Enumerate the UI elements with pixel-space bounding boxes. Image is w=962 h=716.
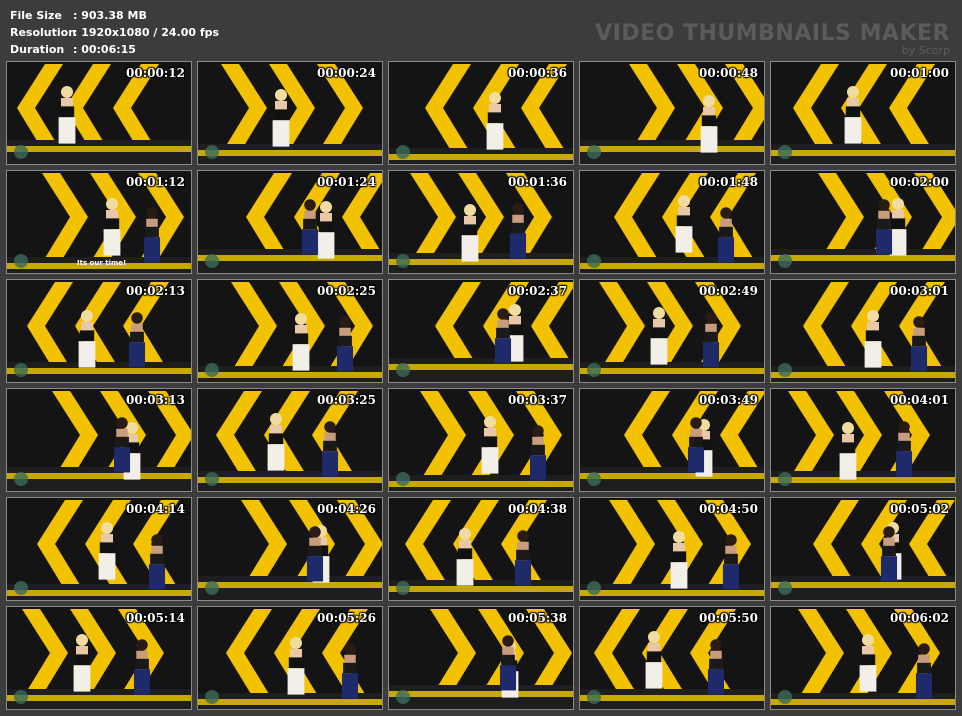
video-thumbnail[interactable]: 00:00:12 [6, 61, 192, 165]
file-info-panel: File Size : 903.38 MB Resolution : 1920x… [10, 7, 219, 58]
video-thumbnail[interactable]: 00:04:01 [770, 388, 956, 492]
video-thumbnail[interactable]: 00:05:26 [197, 606, 383, 710]
thumbnail-timestamp: 00:05:14 [126, 611, 185, 625]
thumbnail-timestamp: 00:03:49 [699, 393, 758, 407]
thumbnail-timestamp: 00:00:12 [126, 66, 185, 80]
thumbnail-timestamp: 00:03:13 [126, 393, 185, 407]
video-thumbnail[interactable]: 00:02:13 [6, 279, 192, 383]
video-thumbnail[interactable]: 00:01:12 Its our time! [6, 170, 192, 274]
thumbnail-timestamp: 00:01:12 [126, 175, 185, 189]
file-size-row: File Size : 903.38 MB [10, 7, 219, 24]
video-thumbnail[interactable]: 00:01:00 [770, 61, 956, 165]
thumbnail-timestamp: 00:02:13 [126, 284, 185, 298]
thumbnail-timestamp: 00:03:37 [508, 393, 567, 407]
thumbnail-timestamp: 00:05:38 [508, 611, 567, 625]
thumbnail-timestamp: 00:05:50 [699, 611, 758, 625]
resolution-row: Resolution : 1920x1080 / 24.00 fps [10, 24, 219, 41]
thumbnail-caption: Its our time! [77, 259, 127, 267]
video-thumbnail[interactable]: 00:00:36 [388, 61, 574, 165]
duration-label: Duration [10, 43, 65, 56]
thumbnail-timestamp: 00:03:01 [890, 284, 949, 298]
video-thumbnail[interactable]: 00:03:37 [388, 388, 574, 492]
thumbnail-timestamp: 00:06:02 [890, 611, 949, 625]
video-thumbnail[interactable]: 00:02:25 [197, 279, 383, 383]
thumbnail-timestamp: 00:04:26 [317, 502, 376, 516]
duration-value: : 00:06:15 [73, 43, 136, 56]
video-thumbnail[interactable]: 00:03:25 [197, 388, 383, 492]
thumbnail-timestamp: 00:00:36 [508, 66, 567, 80]
file-size-label: File Size [10, 9, 62, 22]
thumbnail-timestamp: 00:05:26 [317, 611, 376, 625]
file-size-value: : 903.38 MB [73, 9, 147, 22]
video-thumbnail[interactable]: 00:04:38 [388, 497, 574, 601]
video-thumbnail[interactable]: 00:05:14 [6, 606, 192, 710]
video-thumbnail[interactable]: 00:05:02 [770, 497, 956, 601]
thumbnail-timestamp: 00:01:00 [890, 66, 949, 80]
video-thumbnail[interactable]: 00:05:38 [388, 606, 574, 710]
video-thumbnail[interactable]: 00:01:36 [388, 170, 574, 274]
thumbnail-timestamp: 00:02:37 [508, 284, 567, 298]
thumbnail-timestamp: 00:04:38 [508, 502, 567, 516]
thumbnail-timestamp: 00:01:48 [699, 175, 758, 189]
video-thumbnail[interactable]: 00:03:49 [579, 388, 765, 492]
thumbnail-timestamp: 00:04:14 [126, 502, 185, 516]
video-thumbnail[interactable]: 00:02:37 [388, 279, 574, 383]
video-thumbnail[interactable]: 00:03:13 [6, 388, 192, 492]
resolution-label: Resolution [10, 26, 77, 39]
video-thumbnail[interactable]: 00:04:26 [197, 497, 383, 601]
video-thumbnail[interactable]: 00:02:00 [770, 170, 956, 274]
video-thumbnail[interactable]: 00:02:49 [579, 279, 765, 383]
video-thumbnail[interactable]: 00:00:24 [197, 61, 383, 165]
video-thumbnail[interactable]: 00:01:24 [197, 170, 383, 274]
thumbnail-timestamp: 00:02:25 [317, 284, 376, 298]
video-thumbnail[interactable]: 00:03:01 [770, 279, 956, 383]
video-thumbnail[interactable]: 00:04:50 [579, 497, 765, 601]
thumbnail-grid: 00:00:12 00:00:24 00:00:36 00:00:48 00:0… [6, 61, 956, 710]
video-thumbnail[interactable]: 00:01:48 [579, 170, 765, 274]
thumbnail-timestamp: 00:00:48 [699, 66, 758, 80]
video-thumbnail[interactable]: 00:05:50 [579, 606, 765, 710]
video-thumbnail[interactable]: 00:00:48 [579, 61, 765, 165]
thumbnail-timestamp: 00:04:50 [699, 502, 758, 516]
video-thumbnail[interactable]: 00:04:14 [6, 497, 192, 601]
resolution-value: : 1920x1080 / 24.00 fps [73, 26, 220, 39]
watermark: VIDEO THUMBNAILS MAKER by Scorp [595, 21, 950, 58]
thumbnail-timestamp: 00:04:01 [890, 393, 949, 407]
thumbnail-timestamp: 00:00:24 [317, 66, 376, 80]
thumbnail-timestamp: 00:05:02 [890, 502, 949, 516]
watermark-title: VIDEO THUMBNAILS MAKER [595, 21, 950, 46]
video-thumbnail[interactable]: 00:06:02 [770, 606, 956, 710]
duration-row: Duration : 00:06:15 [10, 41, 219, 58]
thumbnail-timestamp: 00:01:24 [317, 175, 376, 189]
thumbnail-timestamp: 00:01:36 [508, 175, 567, 189]
thumbnail-timestamp: 00:03:25 [317, 393, 376, 407]
thumbnail-timestamp: 00:02:00 [890, 175, 949, 189]
thumbnail-timestamp: 00:02:49 [699, 284, 758, 298]
